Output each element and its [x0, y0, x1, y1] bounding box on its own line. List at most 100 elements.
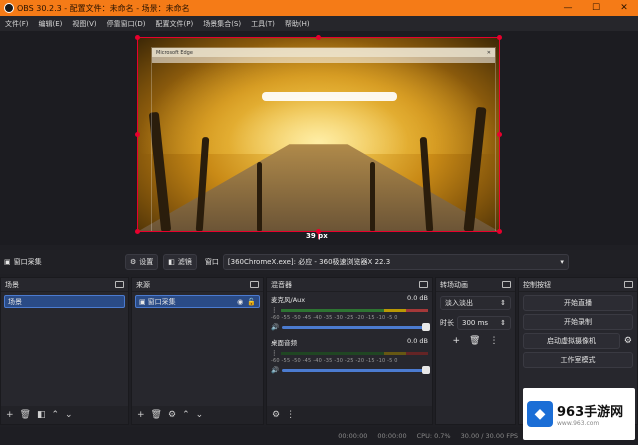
filter-icon: ◧: [168, 258, 175, 266]
transitions-dock: 转场动画 淡入淡出 ⇕ 时长 300 ms ⇕ + 🗑 ⋮: [435, 277, 516, 425]
studio-mode-button[interactable]: 工作室模式: [523, 352, 633, 368]
resize-handle-left[interactable]: [135, 132, 140, 137]
menu-file[interactable]: 文件(F): [0, 19, 34, 29]
trash-icon[interactable]: 🗑: [151, 410, 162, 420]
virtual-camera-row: 启动虚拟摄像机 ⚙: [519, 330, 637, 349]
move-down-icon[interactable]: ⌄: [65, 410, 73, 420]
gear-icon[interactable]: ⚙: [272, 410, 280, 420]
move-down-icon[interactable]: ⌄: [196, 410, 204, 420]
menu-scene-collection[interactable]: 场景集合(S): [198, 19, 246, 29]
add-icon[interactable]: +: [6, 410, 14, 420]
resize-handle-bottom-right[interactable]: [497, 229, 502, 234]
undock-icon[interactable]: [115, 281, 124, 288]
window-capture-icon: ▣: [139, 297, 146, 306]
transitions-dock-title: 转场动画: [440, 280, 468, 289]
settings-label: 设置: [139, 258, 154, 266]
speaker-icon[interactable]: 🔊: [271, 323, 279, 331]
meter-scale: -60 -55 -50 -45 -40 -35 -30 -25 -20 -15 …: [271, 315, 398, 321]
close-button[interactable]: ✕: [610, 0, 638, 16]
scene-list-item[interactable]: 场景: [4, 295, 125, 308]
start-recording-button[interactable]: 开始录制: [523, 314, 633, 330]
move-up-icon[interactable]: ⌃: [182, 410, 190, 420]
record-time: 00:00:00: [377, 432, 407, 440]
menu-view[interactable]: 视图(V): [67, 19, 101, 29]
maximize-button[interactable]: ☐: [582, 0, 610, 16]
watermark-text: 963手游网 www.963.com: [557, 401, 623, 427]
context-source-name: 窗口采集: [13, 258, 42, 266]
menu-help[interactable]: 帮助(H): [280, 19, 315, 29]
start-virtual-camera-button[interactable]: 启动虚拟摄像机: [523, 333, 620, 349]
kebab-menu-icon[interactable]: ⋮: [286, 410, 295, 420]
transitions-dock-header: 转场动画: [436, 278, 515, 292]
source-name: 窗口采集: [147, 297, 176, 306]
cube-logo-icon: ◆: [527, 401, 553, 427]
duration-label: 时长: [440, 319, 454, 327]
mixer-dock-header: 混音器: [267, 278, 432, 292]
resize-handle-top[interactable]: [316, 35, 321, 40]
trash-icon[interactable]: 🗑: [469, 336, 480, 346]
source-list-item[interactable]: ▣ 窗口采集 ◉ 🔓: [135, 295, 260, 308]
mixer-channel: 桌面音频 0.0 dB ⋮ -60 -55 -50 -45 -40 -35 -3…: [267, 335, 432, 374]
move-up-icon[interactable]: ⌃: [52, 410, 60, 420]
menu-edit[interactable]: 编辑(E): [34, 19, 68, 29]
mixer-dock: 混音器 麦克风/Aux 0.0 dB ⋮ -60 -55 -50 -45 -40…: [266, 277, 433, 425]
window-select-value: [360ChromeX.exe]: 必应 - 360极速浏览器X 22.3: [227, 258, 391, 266]
slider-knob[interactable]: [422, 322, 430, 331]
resize-handle-top-right[interactable]: [497, 35, 502, 40]
gear-icon[interactable]: ⚙: [168, 410, 176, 420]
duration-value: 300 ms: [462, 319, 489, 327]
source-context-bar: ▣ 窗口采集 ⚙ 设置 ◧ 滤镜 窗口 [360ChromeX.exe]: 必应…: [0, 250, 638, 274]
menu-tools[interactable]: 工具(T): [246, 19, 280, 29]
scenes-dock-title: 场景: [5, 280, 19, 289]
meter-scale: -60 -55 -50 -45 -40 -35 -30 -25 -20 -15 …: [271, 358, 398, 364]
undock-icon[interactable]: [624, 281, 633, 288]
fps-readout: 30.00 / 30.00 FPS: [460, 432, 518, 440]
spinner-icon[interactable]: ⇕: [500, 319, 506, 327]
sources-dock-title: 来源: [136, 280, 150, 289]
menu-docks[interactable]: 停靠窗口(D): [102, 19, 151, 29]
channel-db: 0.0 dB: [407, 294, 428, 302]
undock-icon[interactable]: [419, 281, 428, 288]
source-selection-frame[interactable]: [137, 37, 500, 232]
resize-handle-top-left[interactable]: [135, 35, 140, 40]
site-watermark: ◆ 963手游网 www.963.com: [523, 388, 635, 440]
duration-input[interactable]: 300 ms ⇕: [457, 316, 511, 330]
mixer-dock-title: 混音器: [271, 280, 292, 289]
add-icon[interactable]: +: [137, 410, 145, 420]
undock-icon[interactable]: [502, 281, 511, 288]
channel-db: 0.0 dB: [407, 337, 428, 345]
sources-dock: 来源 ▣ 窗口采集 ◉ 🔓 + 🗑 ⚙ ⌃ ⌄: [131, 277, 264, 425]
controls-dock-title: 控制按钮: [523, 280, 551, 289]
scene-name: 场景: [8, 297, 22, 306]
transition-value: 淡入淡出: [445, 299, 473, 307]
start-streaming-button[interactable]: 开始直播: [523, 295, 633, 311]
resize-handle-bottom-left[interactable]: [135, 229, 140, 234]
mixer-toolbar: ⚙ ⋮: [267, 406, 432, 424]
speaker-icon[interactable]: 🔊: [271, 366, 279, 374]
kebab-menu-icon[interactable]: ⋮: [271, 349, 278, 357]
title-bar: OBS 30.2.3 - 配置文件：未命名 - 场景：未命名 — ☐ ✕: [0, 0, 638, 16]
duration-row: 时长 300 ms ⇕: [440, 316, 511, 330]
settings-button[interactable]: ⚙ 设置: [125, 254, 159, 270]
kebab-menu-icon[interactable]: ⋮: [271, 306, 278, 314]
volume-slider[interactable]: [282, 322, 430, 331]
resize-handle-right[interactable]: [497, 132, 502, 137]
filters-button[interactable]: ◧ 滤镜: [163, 254, 197, 270]
chevron-updown-icon: ⇕: [500, 299, 506, 307]
undock-icon[interactable]: [250, 281, 259, 288]
window-select[interactable]: [360ChromeX.exe]: 必应 - 360极速浏览器X 22.3 ▾: [222, 254, 569, 270]
add-icon[interactable]: +: [453, 336, 461, 346]
menu-profile[interactable]: 配置文件(P): [151, 19, 199, 29]
transition-select[interactable]: 淡入淡出 ⇕: [440, 296, 511, 310]
lock-icon[interactable]: 🔓: [247, 298, 256, 306]
trash-icon[interactable]: 🗑: [20, 410, 31, 420]
gear-icon[interactable]: ⚙: [624, 336, 632, 346]
eye-icon[interactable]: ◉: [237, 298, 243, 306]
obs-window: OBS 30.2.3 - 配置文件：未命名 - 场景：未命名 — ☐ ✕ 文件(…: [0, 0, 638, 445]
volume-slider[interactable]: [282, 365, 430, 374]
channel-name: 麦克风/Aux: [271, 296, 306, 304]
filter-icon[interactable]: ◧: [37, 410, 46, 420]
slider-knob[interactable]: [422, 365, 430, 374]
minimize-button[interactable]: —: [554, 0, 582, 16]
kebab-menu-icon[interactable]: ⋮: [489, 336, 498, 346]
